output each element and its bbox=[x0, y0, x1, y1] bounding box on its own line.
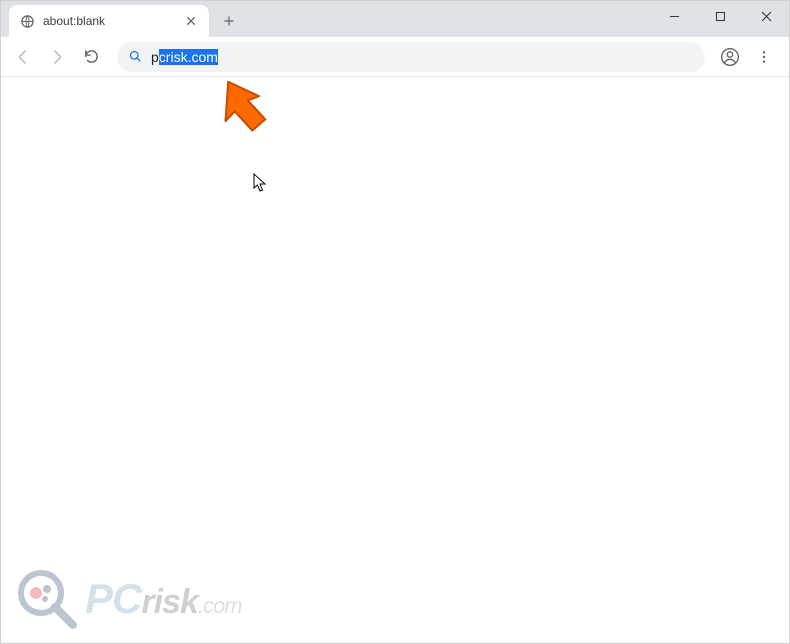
browser-window: about:blank bbox=[0, 0, 790, 644]
new-tab-button[interactable] bbox=[215, 7, 243, 35]
page-content bbox=[1, 77, 789, 643]
menu-button[interactable] bbox=[749, 42, 779, 72]
tab-title: about:blank bbox=[43, 14, 183, 28]
window-controls bbox=[651, 1, 789, 31]
close-window-button[interactable] bbox=[743, 1, 789, 31]
toolbar-right bbox=[715, 42, 783, 72]
forward-button[interactable] bbox=[41, 41, 73, 73]
extension-icon bbox=[127, 49, 143, 65]
reload-button[interactable] bbox=[75, 41, 107, 73]
watermark-text: PCrisk.com bbox=[85, 575, 242, 623]
omnibox-autocomplete: crisk.com bbox=[159, 49, 218, 65]
toolbar: pcrisk.com bbox=[1, 37, 789, 77]
titlebar: about:blank bbox=[1, 1, 789, 37]
globe-icon bbox=[19, 13, 35, 29]
address-bar[interactable]: pcrisk.com bbox=[117, 42, 705, 72]
maximize-button[interactable] bbox=[697, 1, 743, 31]
browser-tab[interactable]: about:blank bbox=[9, 5, 209, 37]
minimize-button[interactable] bbox=[651, 1, 697, 31]
watermark-logo: PCrisk.com bbox=[15, 567, 242, 631]
profile-button[interactable] bbox=[715, 42, 745, 72]
magnifier-bug-icon bbox=[15, 567, 79, 631]
tab-close-button[interactable] bbox=[183, 13, 199, 29]
omnibox-typed: p bbox=[151, 49, 159, 65]
back-button[interactable] bbox=[7, 41, 39, 73]
